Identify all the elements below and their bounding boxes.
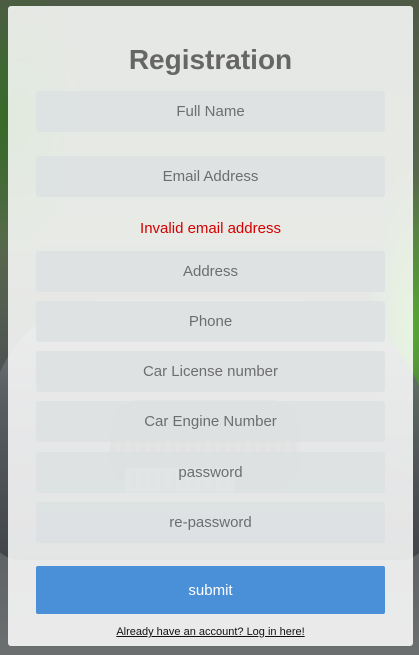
email-error-message: Invalid email address [140, 220, 281, 237]
password-input[interactable] [36, 452, 385, 493]
phone-input[interactable] [36, 301, 385, 342]
car-engine-input[interactable] [36, 401, 385, 442]
full-name-input[interactable] [36, 91, 385, 132]
address-input[interactable] [36, 251, 385, 292]
re-password-input[interactable] [36, 502, 385, 543]
login-link[interactable]: Already have an account? Log in here! [8, 626, 413, 638]
page-title: Registration [128, 44, 293, 75]
email-input[interactable] [36, 156, 385, 197]
submit-button[interactable]: submit [36, 566, 385, 614]
registration-panel: Registration Invalid email address submi… [8, 6, 413, 646]
car-license-input[interactable] [36, 351, 385, 392]
